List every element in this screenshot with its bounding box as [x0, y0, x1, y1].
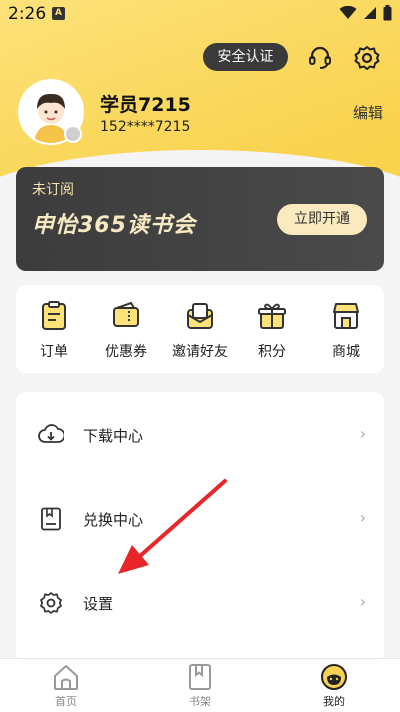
menu-item-settings[interactable]: 设置 ›: [16, 583, 384, 623]
nav-label: 首页: [55, 695, 77, 708]
nav-label: 我的: [323, 695, 345, 708]
download-icon: [38, 424, 64, 443]
menu-item-redeem-center[interactable]: 兑换中心 ›: [16, 499, 384, 539]
customer-service-icon[interactable]: [306, 44, 334, 72]
coupon-icon: [113, 301, 139, 327]
nav-label: 书架: [189, 695, 211, 708]
signal-icon: [364, 7, 376, 19]
verified-badge-icon: [64, 125, 82, 143]
order-icon: [42, 301, 66, 330]
notification-icon: A: [52, 7, 65, 20]
menu-list: 下载中心 › 兑换中心 › 设置 ›: [16, 392, 384, 662]
settings-icon: [40, 592, 62, 614]
nav-home[interactable]: 首页: [36, 663, 96, 709]
subscription-status: 未订阅: [32, 182, 74, 198]
membership-title: 申怡365读书会: [32, 213, 196, 238]
quick-item-order[interactable]: 订单: [22, 301, 86, 361]
bookshelf-icon: [189, 664, 211, 690]
subscribe-button[interactable]: 立即开通: [277, 204, 367, 235]
status-indicators: [339, 5, 392, 21]
wifi-icon: [339, 6, 357, 19]
chevron-right-icon: ›: [359, 424, 366, 443]
quick-item-coupon[interactable]: 优惠券: [94, 301, 158, 361]
store-icon: [333, 303, 359, 329]
membership-card[interactable]: 未订阅 申怡365读书会 立即开通: [16, 167, 384, 271]
settings-gear-icon[interactable]: [353, 44, 381, 72]
bottom-navigation: 首页 书架 我的: [0, 658, 400, 712]
chevron-right-icon: ›: [359, 592, 366, 611]
chevron-right-icon: ›: [359, 508, 366, 527]
status-time: 2:26: [8, 4, 47, 24]
quick-item-store[interactable]: 商城: [314, 301, 378, 361]
user-name: 学员7215: [100, 94, 191, 116]
edit-profile-link[interactable]: 编辑: [353, 102, 383, 123]
quick-item-label: 邀请好友: [172, 344, 228, 360]
status-bar: 2:26 A: [0, 0, 400, 28]
menu-item-label: 下载中心: [83, 427, 144, 445]
menu-item-download-center[interactable]: 下载中心 ›: [16, 415, 384, 455]
battery-icon: [383, 5, 392, 21]
home-icon: [54, 665, 78, 690]
security-verify-button[interactable]: 安全认证: [203, 43, 288, 71]
gift-icon: [258, 303, 286, 329]
redeem-icon: [41, 507, 61, 531]
nav-bookshelf[interactable]: 书架: [170, 663, 230, 709]
quick-item-label: 积分: [258, 344, 286, 360]
quick-item-points[interactable]: 积分: [240, 301, 304, 361]
quick-item-label: 优惠券: [105, 344, 147, 360]
profile-icon: [321, 664, 347, 690]
invite-icon: [187, 303, 213, 329]
quick-actions-panel: 订单 优惠券 邀请好友 积分 商城: [16, 285, 384, 373]
user-phone: 152****7215: [100, 119, 191, 135]
nav-profile[interactable]: 我的: [304, 663, 364, 709]
quick-item-label: 商城: [332, 344, 360, 360]
quick-item-invite[interactable]: 邀请好友: [168, 301, 232, 361]
quick-item-label: 订单: [40, 344, 68, 360]
menu-item-label: 兑换中心: [83, 511, 144, 529]
menu-item-label: 设置: [83, 595, 114, 613]
